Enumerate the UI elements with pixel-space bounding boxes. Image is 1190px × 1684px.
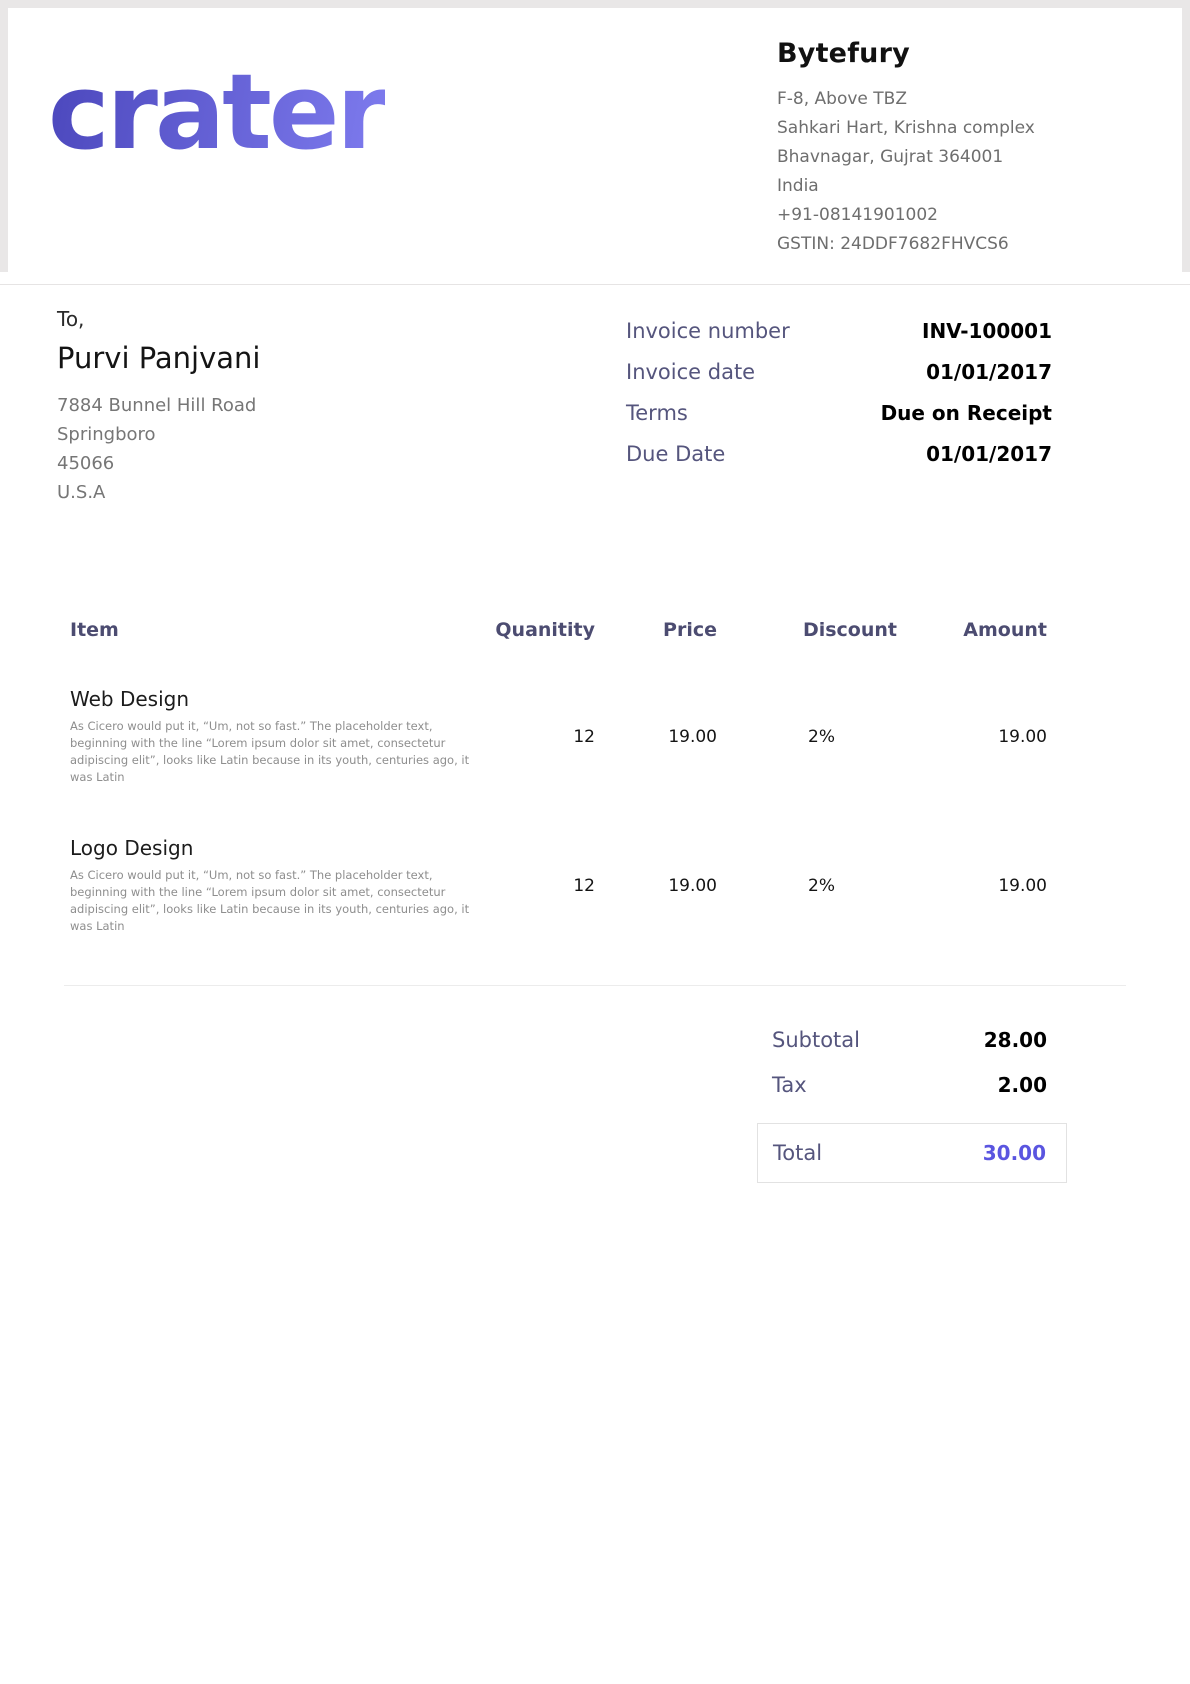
terms-row: Terms Due on Receipt (626, 401, 1052, 425)
invoice-date-label: Invoice date (626, 360, 755, 384)
company-phone: +91-08141901002 (777, 201, 1122, 230)
to-label: To, (57, 307, 626, 331)
subtotal-value: 28.00 (984, 1028, 1047, 1052)
company-address-line: F-8, Above TBZ (777, 85, 1122, 114)
table-row: Web Design As Cicero would put it, “Um, … (70, 687, 1047, 786)
invoice-meta: Invoice number INV-100001 Invoice date 0… (626, 319, 1052, 507)
item-cell: Web Design As Cicero would put it, “Um, … (70, 687, 470, 786)
due-date-label: Due Date (626, 442, 725, 466)
header-card: crater Bytefury F-8, Above TBZ Sahkari H… (8, 8, 1182, 272)
item-description: As Cicero would put it, “Um, not so fast… (70, 867, 470, 935)
recipient-address-line: 7884 Bunnel Hill Road (57, 391, 626, 420)
item-quantity: 12 (470, 876, 595, 896)
recipient-address-line: U.S.A (57, 478, 626, 507)
due-date-row: Due Date 01/01/2017 (626, 442, 1052, 466)
total-value: 30.00 (983, 1141, 1046, 1165)
items-table-header: Item Quanitity Price Discount Amount (70, 619, 1047, 641)
totals-section: Subtotal 28.00 Tax 2.00 Total 30.00 (757, 1028, 1067, 1183)
item-quantity: 12 (470, 727, 595, 747)
recipient-block: To, Purvi Panjvani 7884 Bunnel Hill Road… (57, 307, 626, 507)
table-row: Logo Design As Cicero would put it, “Um,… (70, 836, 1047, 935)
item-discount: 2% (717, 876, 897, 896)
column-header-item: Item (70, 619, 470, 641)
total-box: Total 30.00 (757, 1123, 1067, 1183)
item-cell: Logo Design As Cicero would put it, “Um,… (70, 836, 470, 935)
item-price: 19.00 (595, 876, 717, 896)
header-band: crater Bytefury F-8, Above TBZ Sahkari H… (0, 0, 1190, 272)
item-discount: 2% (717, 727, 897, 747)
column-header-amount: Amount (897, 619, 1047, 641)
item-price: 19.00 (595, 727, 717, 747)
invoice-number-row: Invoice number INV-100001 (626, 319, 1052, 343)
tax-value: 2.00 (998, 1073, 1047, 1097)
tax-label: Tax (772, 1073, 807, 1097)
items-table: Item Quanitity Price Discount Amount Web… (70, 619, 1047, 935)
item-name: Web Design (70, 687, 470, 711)
items-divider (64, 985, 1126, 986)
recipient-address-line: 45066 (57, 449, 626, 478)
recipient-name: Purvi Panjvani (57, 341, 626, 375)
invoice-number-value: INV-100001 (922, 319, 1052, 343)
subtotal-row: Subtotal 28.00 (757, 1028, 1067, 1052)
due-date-value: 01/01/2017 (926, 442, 1052, 466)
invoice-date-value: 01/01/2017 (926, 360, 1052, 384)
item-amount: 19.00 (897, 727, 1047, 747)
subtotal-label: Subtotal (772, 1028, 860, 1052)
invoice-number-label: Invoice number (626, 319, 790, 343)
item-amount: 19.00 (897, 876, 1047, 896)
crater-logo: crater (48, 60, 385, 272)
total-label: Total (773, 1141, 822, 1165)
column-header-quantity: Quanitity (470, 619, 595, 641)
company-address-line: Sahkari Hart, Krishna complex (777, 114, 1122, 143)
item-name: Logo Design (70, 836, 470, 860)
company-address-line: Bhavnagar, Gujrat 364001 (777, 143, 1122, 172)
company-address-line: India (777, 172, 1122, 201)
company-info: Bytefury F-8, Above TBZ Sahkari Hart, Kr… (777, 38, 1182, 272)
invoice-date-row: Invoice date 01/01/2017 (626, 360, 1052, 384)
recipient-address-line: Springboro (57, 420, 626, 449)
tax-row: Tax 2.00 (757, 1073, 1067, 1097)
header-divider (0, 272, 1190, 285)
column-header-discount: Discount (717, 619, 897, 641)
column-header-price: Price (595, 619, 717, 641)
item-description: As Cicero would put it, “Um, not so fast… (70, 718, 470, 786)
terms-label: Terms (626, 401, 688, 425)
terms-value: Due on Receipt (881, 401, 1052, 425)
company-name: Bytefury (777, 38, 1122, 69)
company-gstin: GSTIN: 24DDF7682FHVCS6 (777, 230, 1122, 259)
info-section: To, Purvi Panjvani 7884 Bunnel Hill Road… (0, 285, 1190, 507)
